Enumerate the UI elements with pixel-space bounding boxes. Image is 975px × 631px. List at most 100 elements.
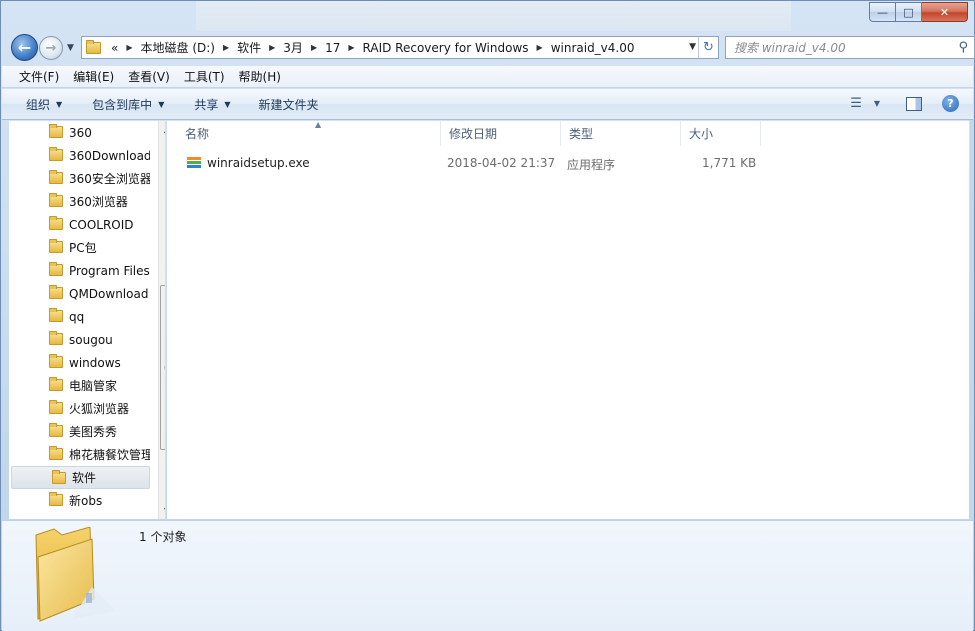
change-view-button[interactable]: ☰ ▼ (850, 96, 880, 111)
command-bar: 组织 ▼ 包含到库中 ▼ 共享 ▼ 新建文件夹 ☰ ▼ ? (2, 89, 973, 120)
menu-file[interactable]: 文件(F) (12, 68, 66, 85)
column-date-header[interactable]: 修改日期 (441, 121, 561, 146)
breadcrumb-separator-icon[interactable]: ▶ (533, 43, 547, 52)
sidebar-item[interactable]: 棉花糖餐饮管理 (9, 443, 150, 466)
breadcrumb-software[interactable]: 软件 (233, 39, 265, 56)
folder-icon (49, 262, 63, 276)
sidebar-item[interactable]: 360 (9, 121, 150, 144)
arrow-right-icon: → (45, 40, 57, 56)
navigation-row: ← → ▼ « ▶ 本地磁盘 (D:) ▶ 软件 ▶ 3月 ▶ 17 ▶ RAI… (9, 34, 975, 61)
chevron-down-icon: ▼ (224, 99, 231, 109)
sidebar-item[interactable]: COOLROID (9, 213, 150, 236)
sidebar-item[interactable]: windows (9, 351, 150, 374)
forward-button[interactable]: → (39, 36, 63, 60)
folder-icon (49, 193, 63, 207)
sidebar-item[interactable]: 软件 (11, 466, 150, 489)
folder-icon (49, 285, 63, 299)
minimize-button[interactable]: — (869, 2, 896, 22)
folder-icon (52, 470, 66, 484)
sidebar-item[interactable]: Program Files (9, 259, 150, 282)
new-folder-button[interactable]: 新建文件夹 (248, 96, 330, 113)
file-size: 1,771 KB (702, 156, 757, 170)
menu-help[interactable]: 帮助(H) (232, 68, 288, 85)
preview-pane-button[interactable] (906, 96, 922, 111)
navigation-pane-scrollbar[interactable]: ▲ ≡ ▼ (158, 121, 165, 519)
sidebar-item[interactable]: 360浏览器 (9, 190, 150, 213)
close-button[interactable]: ✕ (922, 2, 968, 22)
sidebar-item-label: windows (69, 355, 121, 370)
folder-icon (49, 147, 63, 161)
share-label: 共享 (194, 97, 219, 112)
folder-icon (49, 423, 63, 437)
column-type-header[interactable]: 类型 (561, 121, 681, 146)
column-date-label: 修改日期 (449, 127, 498, 141)
menu-edit[interactable]: 编辑(E) (66, 68, 121, 85)
sidebar-item-label: 360安全浏览器 (69, 172, 150, 186)
sidebar-item[interactable]: 360安全浏览器 (9, 167, 150, 190)
sidebar-item[interactable]: sougou (9, 328, 150, 351)
folder-icon (49, 446, 63, 460)
sidebar-item[interactable]: QMDownload (9, 282, 150, 305)
sidebar-item-label: COOLROID (69, 217, 134, 232)
folder-icon (49, 239, 63, 253)
application-icon (187, 157, 201, 170)
sidebar-item[interactable]: 新obs (9, 489, 150, 512)
refresh-button[interactable]: ↻ (698, 37, 718, 58)
breadcrumb-separator-icon[interactable]: ▶ (219, 43, 233, 52)
column-size-header[interactable]: 大小 (681, 121, 761, 146)
file-type: 应用程序 (567, 158, 616, 172)
address-history-dropdown[interactable]: ▼ (689, 42, 696, 52)
breadcrumb-separator-icon[interactable]: ▶ (307, 43, 321, 52)
window-edge (970, 120, 974, 520)
column-size-label: 大小 (689, 127, 714, 141)
column-name-label: 名称 (185, 127, 210, 141)
menu-tools[interactable]: 工具(T) (177, 68, 232, 85)
organize-button[interactable]: 组织 ▼ (16, 96, 73, 113)
address-bar[interactable]: « ▶ 本地磁盘 (D:) ▶ 软件 ▶ 3月 ▶ 17 ▶ RAID Reco… (81, 36, 719, 59)
breadcrumb-separator-icon[interactable]: ▶ (344, 43, 358, 52)
search-placeholder: 搜索 winraid_v4.00 (734, 41, 846, 55)
breadcrumb-overflow[interactable]: « (107, 41, 122, 55)
new-folder-label: 新建文件夹 (258, 97, 319, 112)
share-button[interactable]: 共享 ▼ (183, 96, 241, 113)
menu-view[interactable]: 查看(V) (121, 68, 177, 85)
include-in-library-button[interactable]: 包含到库中 ▼ (81, 96, 175, 113)
column-name-header[interactable]: 名称 ▲ (177, 120, 441, 146)
back-button[interactable]: ← (11, 34, 38, 61)
refresh-icon: ↻ (703, 40, 714, 55)
sidebar-item[interactable]: qq (9, 305, 150, 328)
item-count: 1 个对象 (139, 530, 187, 544)
breadcrumb-separator-icon[interactable]: ▶ (122, 43, 136, 52)
breadcrumb-drive[interactable]: 本地磁盘 (D:) (137, 39, 219, 56)
help-button[interactable]: ? (942, 95, 959, 112)
sidebar-item-label: QMDownload (69, 286, 149, 301)
sidebar-item-label: qq (69, 309, 85, 324)
search-input[interactable]: 搜索 winraid_v4.00 ⚲ (725, 36, 975, 59)
scroll-up-icon[interactable]: ▲ (159, 121, 165, 138)
breadcrumb-raid-recovery[interactable]: RAID Recovery for Windows (359, 41, 533, 55)
search-icon[interactable]: ⚲ (958, 40, 968, 55)
file-row[interactable]: winraidsetup.exe 2018-04-02 21:37 应用程序 1… (179, 152, 769, 174)
breadcrumb-17[interactable]: 17 (321, 41, 344, 55)
sidebar-item[interactable]: 火狐浏览器 (9, 397, 150, 420)
sidebar-item[interactable]: PC包 (9, 236, 150, 259)
folder-icon (49, 400, 63, 414)
scroll-down-icon[interactable]: ▼ (159, 502, 165, 519)
navigation-pane: 360 360Downloads 360安全浏览器 360浏览器 COOLROID PC包… (9, 121, 166, 519)
file-list-pane: 名称 ▲ 修改日期 类型 大小 winraidsetup.exe 2018-04… (167, 120, 969, 519)
folder-icon (49, 492, 63, 506)
maximize-button[interactable]: □ (896, 2, 922, 22)
breadcrumb-separator-icon[interactable]: ▶ (265, 43, 279, 52)
sidebar-item[interactable]: 电脑管家 (9, 374, 150, 397)
sort-ascending-icon: ▲ (315, 120, 322, 129)
breadcrumb-march[interactable]: 3月 (279, 39, 307, 56)
sidebar-item-label: 新obs (69, 494, 103, 508)
sidebar-item[interactable]: 美图秀秀 (9, 420, 150, 443)
breadcrumb-current-folder[interactable]: winraid_v4.00 (547, 41, 639, 55)
scroll-thumb[interactable]: ≡ (160, 285, 165, 450)
menu-bar: 文件(F) 编辑(E) 查看(V) 工具(T) 帮助(H) (2, 66, 973, 88)
recent-pages-dropdown[interactable]: ▼ (67, 43, 74, 53)
sidebar-item[interactable]: 360Downloads (9, 144, 150, 167)
background-window-ghost (196, 1, 791, 31)
caption-buttons: — □ ✕ (869, 2, 968, 22)
